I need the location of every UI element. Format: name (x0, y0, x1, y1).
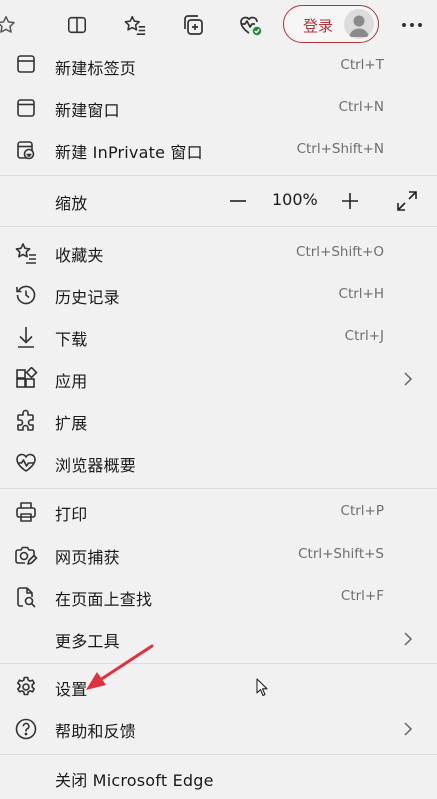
menu-item-label: 更多工具 (55, 632, 120, 651)
menu-item-label: 新建 InPrivate 窗口 (55, 143, 203, 162)
find-on-page-icon (14, 585, 38, 609)
login-label: 登录 (303, 17, 334, 35)
shortcut-label: Ctrl+P (340, 503, 384, 519)
menu-item-extensions[interactable]: 扩展 (0, 400, 437, 442)
new-window-icon (14, 96, 38, 120)
zoom-level: 100% (272, 190, 318, 209)
collections-icon[interactable] (177, 9, 209, 41)
shortcut-label: Ctrl+Shift+S (298, 546, 384, 562)
gear-icon (14, 675, 38, 699)
more-menu-icon[interactable] (396, 9, 428, 41)
printer-icon (14, 500, 38, 524)
menu-item-new-window[interactable]: 新建窗口 Ctrl+N (0, 87, 437, 129)
menu-item-settings[interactable]: 设置 (0, 666, 437, 708)
menu-item-apps[interactable]: 应用 (0, 358, 437, 400)
profile-avatar-icon (344, 9, 374, 39)
web-capture-icon (14, 543, 38, 567)
new-tab-icon (14, 54, 38, 78)
chevron-right-icon (400, 720, 416, 738)
fullscreen-button[interactable] (394, 188, 420, 214)
shortcut-label: Ctrl+Shift+O (296, 244, 384, 260)
browser-essentials-icon[interactable] (234, 9, 266, 41)
history-icon (14, 283, 38, 307)
favorites-list-icon[interactable] (119, 9, 151, 41)
menu-item-help-feedback[interactable]: 帮助和反馈 (0, 708, 437, 750)
menu-divider (0, 175, 437, 176)
menu-item-label: 在页面上查找 (55, 590, 153, 609)
menu-item-find-on-page[interactable]: 在页面上查找 Ctrl+F (0, 576, 437, 618)
apps-icon (14, 367, 38, 391)
menu-item-downloads[interactable]: 下载 Ctrl+J (0, 316, 437, 358)
favorites-icon (14, 241, 38, 265)
favorite-star-icon[interactable] (0, 9, 22, 41)
menu-item-print[interactable]: 打印 Ctrl+P (0, 491, 437, 533)
menu-divider (0, 226, 437, 227)
menu-divider (0, 663, 437, 664)
browser-toolbar: 登录 (0, 0, 437, 50)
menu-item-label: 缩放 (55, 194, 88, 213)
login-button[interactable]: 登录 (283, 5, 379, 43)
menu-item-browser-essentials[interactable]: 浏览器概要 (0, 442, 437, 484)
shortcut-label: Ctrl+H (338, 286, 384, 302)
menu-item-label: 下载 (55, 330, 88, 349)
split-screen-icon[interactable] (61, 9, 93, 41)
menu-item-new-inprivate[interactable]: 新建 InPrivate 窗口 Ctrl+Shift+N (0, 129, 437, 171)
menu-item-label: 网页捕获 (55, 548, 120, 567)
menu-item-label: 新建窗口 (55, 101, 120, 120)
chevron-right-icon (400, 370, 416, 388)
menu-item-label: 应用 (55, 372, 88, 391)
menu-item-close-edge[interactable]: 关闭 Microsoft Edge (0, 757, 437, 799)
shortcut-label: Ctrl+N (338, 99, 384, 115)
shortcut-label: Ctrl+T (340, 57, 384, 73)
extensions-icon (14, 409, 38, 433)
menu-item-zoom: 缩放 100% (0, 180, 437, 222)
menu-item-label: 打印 (55, 505, 88, 524)
menu-divider (0, 488, 437, 489)
help-icon (14, 717, 38, 741)
menu-item-new-tab[interactable]: 新建标签页 Ctrl+T (0, 45, 437, 87)
shortcut-label: Ctrl+J (344, 328, 384, 344)
menu-item-label: 浏览器概要 (55, 456, 137, 475)
menu-item-label: 扩展 (55, 414, 88, 433)
menu-item-label: 历史记录 (55, 288, 120, 307)
zoom-in-button[interactable] (337, 188, 363, 214)
menu-item-label: 新建标签页 (55, 59, 137, 78)
zoom-out-button[interactable] (225, 188, 251, 214)
download-icon (14, 325, 38, 349)
inprivate-window-icon (14, 138, 38, 162)
menu-item-label: 收藏夹 (55, 246, 104, 265)
menu-item-label: 关闭 Microsoft Edge (55, 771, 214, 790)
heart-pulse-icon (14, 451, 38, 475)
menu-item-history[interactable]: 历史记录 Ctrl+H (0, 274, 437, 316)
menu-item-favorites[interactable]: 收藏夹 Ctrl+Shift+O (0, 232, 437, 274)
shortcut-label: Ctrl+Shift+N (296, 141, 384, 157)
menu-item-web-capture[interactable]: 网页捕获 Ctrl+Shift+S (0, 534, 437, 576)
menu-divider (0, 754, 437, 755)
menu-item-label: 设置 (55, 680, 88, 699)
menu-item-label: 帮助和反馈 (55, 722, 137, 741)
chevron-right-icon (400, 630, 416, 648)
menu-item-more-tools[interactable]: 更多工具 (0, 618, 437, 660)
shortcut-label: Ctrl+F (340, 588, 384, 604)
